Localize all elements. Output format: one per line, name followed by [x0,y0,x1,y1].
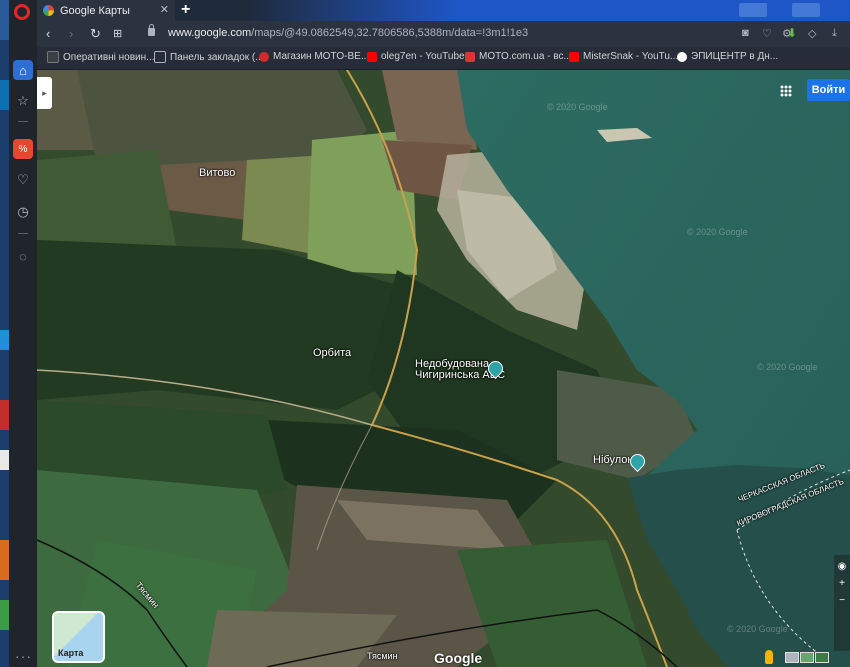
cube-icon[interactable]: ◇ [808,27,816,40]
opera-logo-icon[interactable] [14,4,30,20]
tab-bar-background [247,0,850,21]
window-thumb-icon [792,3,820,17]
sidebar-divider [18,121,28,122]
star-icon[interactable]: ☆ [13,91,33,111]
history-icon[interactable]: ◷ [13,202,33,222]
news-icon [47,51,59,63]
moto-icon [259,51,269,62]
imagery-thumb-icon[interactable] [800,652,814,663]
download-icon[interactable]: ⤓ [832,27,837,40]
new-tab-button[interactable]: + [181,1,190,19]
satellite-map[interactable]: ▸ Войти © 2020 Google © 2020 Google © 20… [37,70,850,667]
more-dots-icon[interactable]: ··· [15,648,32,664]
bookmark-item[interactable]: ЭПИЦЕНТР в Дн... [677,51,778,62]
bookmarks-bar: Оперативні новин... Панель закладок (...… [37,47,850,70]
watermark: © 2020 Google [687,227,748,237]
imagery-thumb-icon[interactable] [815,652,829,663]
tabs-grid-icon[interactable]: ⊞ [113,27,122,40]
place-label-orbita[interactable]: Орбита [313,347,351,359]
sign-in-button[interactable]: Войти [807,79,850,101]
epicenter-icon [677,51,687,62]
bookmark-label: ЭПИЦЕНТР в Дн... [691,51,779,62]
pegman-icon[interactable] [765,650,773,664]
bookmark-label: MOTO.com.ua - вс... [479,51,572,62]
youtube-icon [569,51,579,62]
bulb-icon[interactable]: ◌ [13,246,33,266]
window-thumb-icon [739,3,767,17]
bookmark-item[interactable]: Панель закладок (... [154,51,264,63]
river-label-tyasmin: Тясмин [367,651,398,661]
desktop-edge [0,0,9,667]
tab-close-icon[interactable]: ✕ [160,3,169,16]
bookmark-item[interactable]: Оперативні новин... [47,51,155,63]
home-icon[interactable]: ⌂ [13,60,33,80]
tab-title: Google Карты [60,4,130,17]
watermark: © 2020 Google [727,624,788,634]
imagery-thumb-icon[interactable] [785,652,799,663]
tab-bar: Google Карты ✕ + [37,0,850,21]
place-label-vytovo[interactable]: Витово [199,167,235,179]
bookmark-label: Панель закладок (... [170,51,264,63]
reload-icon[interactable]: ↻ [90,26,101,42]
map-controls: ◉ + − [834,555,850,651]
bookmark-label: MisterSnak - YouTu... [583,51,679,62]
apps-grid-icon[interactable] [780,85,792,97]
google-logo: Google [434,650,483,666]
layer-label: Карта [58,648,84,658]
address-bar: ‹ › ↻ ⊞ www.google.com/maps/@49.0862549,… [37,21,850,47]
heart-icon[interactable]: ♡ [762,27,772,40]
bookmark-item[interactable]: oleg7en - YouTube [367,51,465,62]
google-maps-favicon-icon [43,5,54,16]
watermark: © 2020 Google [547,102,608,112]
url-field[interactable]: www.google.com/maps/@49.0862549,32.78065… [168,27,528,39]
sidebar-divider [18,233,28,234]
url-domain: www.google.com [168,27,252,39]
bookmark-item[interactable]: MisterSnak - YouTu... [569,51,678,62]
youtube-icon [367,51,377,62]
opera-sidebar: ⌂ ☆ % ♡ ◷ ◌ ··· [9,0,37,667]
tab-google-maps[interactable]: Google Карты ✕ [37,0,175,21]
layer-switcher[interactable]: Карта [52,611,105,663]
discount-icon[interactable]: % [13,139,33,159]
watermark: © 2020 Google [757,362,818,372]
bookmark-label: oleg7en - YouTube [381,51,465,62]
compass-icon[interactable]: ◉ [834,561,850,572]
forward-icon[interactable]: › [69,26,73,41]
bookmark-label: Магазин MOTO-BE... [273,51,370,62]
heart-icon[interactable]: ♡ [13,170,33,190]
bookmark-item[interactable]: Магазин MOTO-BE... [259,51,369,62]
bookmark-label: Оперативні новин... [63,51,155,63]
place-label-nibulon[interactable]: Нібулон [593,454,633,466]
back-icon[interactable]: ‹ [46,26,50,41]
lock-icon[interactable] [148,24,155,36]
download-arrow-icon[interactable]: ⬇ [787,26,797,40]
folder-icon [154,51,166,63]
camera-icon[interactable]: ◙ [742,27,749,39]
zoom-out-icon[interactable]: − [834,595,850,606]
side-panel-toggle-icon[interactable]: ▸ [37,77,52,109]
moto-com-icon [465,51,475,62]
bookmark-item[interactable]: MOTO.com.ua - вс... [465,51,572,62]
url-path: /maps/@49.0862549,32.7806586,5388m/data=… [251,27,529,39]
zoom-in-icon[interactable]: + [834,578,850,589]
